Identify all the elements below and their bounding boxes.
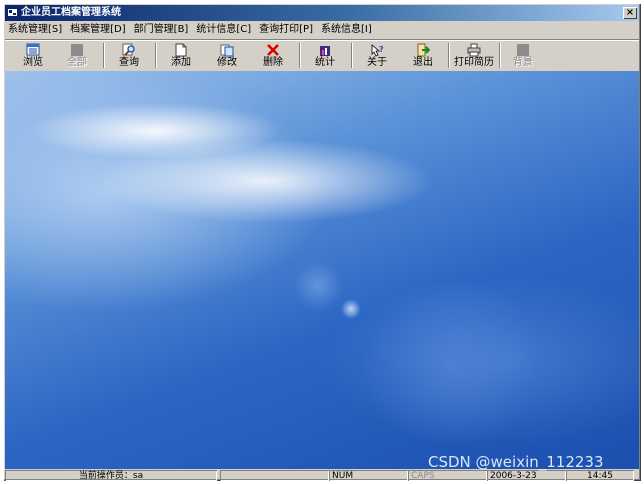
all-label: 全部 [67,57,87,68]
toolbar-separator [351,43,353,68]
about-button[interactable]: ? 关于 [357,41,397,70]
print-icon [467,43,481,57]
menu-query-print[interactable]: 查询打印[P] [256,22,316,38]
stats-label: 统计 [315,57,335,68]
delete-label: 删除 [263,57,283,68]
toolbar: 浏览 全部 查询 添加 修改 删除 统计 ? 关于 退出 打印简历 背景 [5,39,639,72]
about-icon: ? [371,44,384,57]
operator-status: 当前操作员：sa [5,470,217,481]
print-resume-label: 打印简历 [454,57,494,68]
browse-icon [26,43,40,56]
search-label: 查询 [119,57,139,68]
title-bar[interactable]: 企业员工档案管理系统 × [5,5,639,21]
about-label: 关于 [367,57,387,68]
num-lock-status: NUM [329,470,408,481]
print-resume-button[interactable]: 打印简历 [451,41,497,70]
toolbar-separator [155,43,157,68]
watermark: CSDN @weixin_112233 [428,453,604,471]
window-title: 企业员工档案管理系统 [21,7,121,18]
lens-flare [351,283,551,443]
app-icon [8,9,17,16]
background-button[interactable]: 背景 [503,41,543,70]
search-button[interactable]: 查询 [109,41,149,70]
background-icon [517,44,529,56]
all-button[interactable]: 全部 [57,41,97,70]
date-status: 2006-3-23 [487,470,566,481]
close-button[interactable]: × [623,7,637,19]
delete-button[interactable]: 删除 [253,41,293,70]
edit-button[interactable]: 修改 [207,41,247,70]
stats-icon [320,46,330,56]
toolbar-separator [103,43,105,68]
browse-label: 浏览 [23,57,43,68]
main-window: 企业员工档案管理系统 × 系统管理[S] 档案管理[D] 部门管理[B] 统计信… [3,3,641,481]
menu-bar: 系统管理[S] 档案管理[D] 部门管理[B] 统计信息[C] 查询打印[P] … [5,22,639,38]
edit-label: 修改 [217,57,237,68]
svg-text:?: ? [379,45,384,54]
add-button[interactable]: 添加 [161,41,201,70]
toolbar-separator [448,43,450,68]
exit-button[interactable]: 退出 [403,41,443,70]
exit-icon [417,43,430,57]
search-icon [122,43,135,56]
toolbar-separator [499,43,501,68]
menu-statistics[interactable]: 统计信息[C] [193,22,254,38]
edit-icon [220,44,234,57]
menu-archive[interactable]: 档案管理[D] [67,22,129,38]
add-icon [175,43,187,57]
time-status: 14:45 [566,470,634,481]
browse-button[interactable]: 浏览 [13,41,53,70]
delete-icon [267,44,279,56]
desktop-background [5,71,639,469]
lens-flare [293,261,343,311]
status-bar: 当前操作员：sa NUM CAPS 2006-3-23 14:45 [5,470,639,481]
menu-department[interactable]: 部门管理[B] [131,22,192,38]
exit-label: 退出 [413,57,433,68]
add-label: 添加 [171,57,191,68]
toolbar-separator [299,43,301,68]
lens-flare [341,299,361,319]
background-label: 背景 [513,57,533,68]
menu-system-info[interactable]: 系统信息[I] [318,22,375,38]
caps-lock-status: CAPS [408,470,487,481]
stats-button[interactable]: 统计 [305,41,345,70]
status-pane-empty [220,470,329,481]
all-icon [71,44,83,56]
menu-system[interactable]: 系统管理[S] [5,22,65,38]
